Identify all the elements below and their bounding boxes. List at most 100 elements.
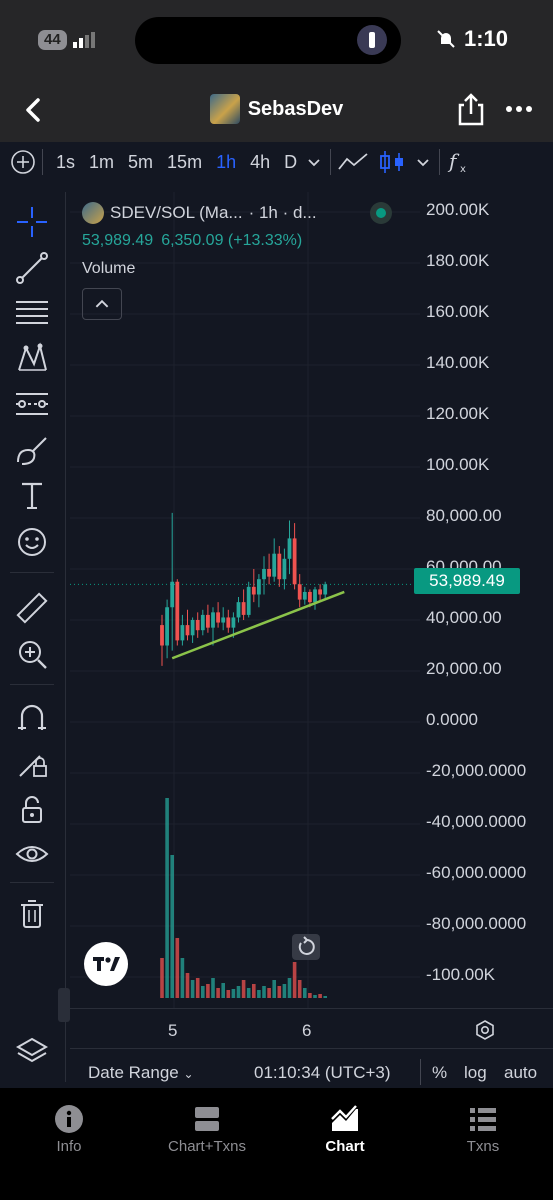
tradingview-logo-icon xyxy=(93,957,120,971)
timeframe-1m[interactable]: 1m xyxy=(82,152,121,173)
date-range-label: Date Range xyxy=(88,1063,179,1082)
tab-chart[interactable]: Chart xyxy=(276,1104,414,1155)
symbol-name[interactable]: SDEV/SOL (Ma... xyxy=(110,203,243,223)
status-time: 1:10 xyxy=(464,26,509,51)
toolbar-divider xyxy=(439,149,441,175)
tab-label: Txns xyxy=(466,1138,500,1155)
tool-divider xyxy=(10,882,54,883)
pattern-icon[interactable] xyxy=(14,340,50,376)
price-axis[interactable]: 200.00K 180.00K 160.00K 140.00K 120.00K … xyxy=(426,192,553,1008)
status-bar: 44 1:10 xyxy=(0,0,553,80)
time-axis[interactable]: 5 6 xyxy=(70,1008,553,1048)
candles-icon[interactable] xyxy=(377,149,407,175)
timeframe-1h[interactable]: 1h xyxy=(209,152,243,173)
info-icon xyxy=(55,1105,83,1133)
text-tool-icon[interactable] xyxy=(14,478,50,514)
crosshair-icon[interactable] xyxy=(14,204,50,240)
unlock-icon[interactable] xyxy=(14,792,50,828)
log-toggle[interactable]: log xyxy=(464,1063,487,1083)
volume-bar xyxy=(190,980,195,998)
price-change: 6,350.09 (+13.33%) xyxy=(161,232,303,249)
chart-icon xyxy=(331,1105,358,1131)
signal-icon xyxy=(72,32,95,48)
collapse-legend-button[interactable] xyxy=(82,288,122,320)
reset-chart-icon[interactable] xyxy=(292,934,320,960)
fib-lines-icon[interactable] xyxy=(14,294,50,330)
volume-bar xyxy=(323,996,327,998)
add-indicator-icon[interactable] xyxy=(10,149,36,175)
volume-bar xyxy=(257,990,261,998)
zoom-in-icon[interactable] xyxy=(14,636,50,672)
timeframe-D[interactable]: D xyxy=(277,152,304,173)
candle-body xyxy=(292,538,297,585)
symbol-avatar xyxy=(82,202,104,224)
volume-bar xyxy=(206,984,210,998)
volume-bar xyxy=(170,855,174,998)
candle-body xyxy=(211,612,215,628)
fx-indicators-icon[interactable]: fx xyxy=(446,149,472,175)
tool-divider xyxy=(10,572,54,573)
chevron-down-icon[interactable] xyxy=(304,152,324,172)
live-status-indicator xyxy=(370,202,392,224)
volume-bar xyxy=(226,990,231,998)
eye-icon[interactable] xyxy=(14,836,50,872)
dynamic-island xyxy=(135,17,401,64)
percent-toggle[interactable]: % xyxy=(432,1063,447,1083)
chevron-down-icon[interactable] xyxy=(413,152,433,172)
line-chart-icon[interactable] xyxy=(337,151,369,173)
volume-bar xyxy=(231,989,236,998)
chart-area: SDEV/SOL (Ma... · 1h · d... 53,989.49 6,… xyxy=(0,182,553,1088)
volume-bar xyxy=(175,938,180,998)
candle-body xyxy=(221,617,226,623)
brush-icon[interactable] xyxy=(14,432,50,468)
candle-body xyxy=(160,625,164,646)
candle-body xyxy=(251,586,256,595)
emoji-icon[interactable] xyxy=(14,524,50,560)
trash-icon[interactable] xyxy=(14,896,50,932)
candle-body xyxy=(302,591,307,600)
layers-icon[interactable] xyxy=(14,1034,50,1070)
volume-bar xyxy=(241,980,246,998)
lock-drawing-icon[interactable] xyxy=(14,746,50,782)
timeframe-15m[interactable]: 15m xyxy=(160,152,209,173)
tradingview-logo[interactable] xyxy=(84,942,128,986)
trendline-icon[interactable] xyxy=(14,250,50,286)
auto-toggle[interactable]: auto xyxy=(504,1063,537,1083)
tab-txns[interactable]: Txns xyxy=(414,1104,552,1155)
volume-bar xyxy=(165,798,169,998)
forecast-icon[interactable] xyxy=(14,386,50,422)
volume-bar xyxy=(211,978,215,998)
candle-body xyxy=(262,569,266,580)
volume-bar xyxy=(221,983,225,998)
clock-timezone[interactable]: 01:10:34 (UTC+3) xyxy=(254,1063,391,1083)
price-plot[interactable]: SDEV/SOL (Ma... · 1h · d... 53,989.49 6,… xyxy=(70,192,553,1088)
volume-bar xyxy=(160,958,164,998)
ruler-icon[interactable] xyxy=(14,590,50,626)
bottom-tab-bar: Info Chart+Txns Chart Txns xyxy=(0,1088,553,1200)
volume-bar xyxy=(287,978,292,998)
volume-bar xyxy=(282,984,287,998)
timeframe-4h[interactable]: 4h xyxy=(243,152,277,173)
candle-body xyxy=(236,602,241,618)
candle-body xyxy=(185,625,190,636)
toolbar-collapse-tab[interactable] xyxy=(58,988,70,1022)
tab-chart-txns[interactable]: Chart+Txns xyxy=(138,1104,276,1155)
svg-text:f: f xyxy=(447,149,460,173)
more-icon[interactable] xyxy=(506,96,532,122)
chevron-down-icon: ⌄ xyxy=(183,1067,194,1081)
settings-icon[interactable] xyxy=(474,1019,496,1041)
volume-bar xyxy=(292,962,297,998)
candle-body xyxy=(226,617,231,628)
magnet-icon[interactable] xyxy=(14,700,50,736)
tab-info[interactable]: Info xyxy=(0,1104,138,1155)
volume-bar xyxy=(267,988,271,998)
header: SebasDev xyxy=(0,80,553,140)
chart-toolbar: 1s 1m 5m 15m 1h 4h D fx xyxy=(0,142,553,182)
timeframe-1s[interactable]: 1s xyxy=(49,152,82,173)
timeframe-5m[interactable]: 5m xyxy=(121,152,160,173)
share-icon[interactable] xyxy=(458,92,484,126)
date-range-selector[interactable]: Date Range ⌄ xyxy=(88,1063,194,1083)
candle-body xyxy=(195,620,200,631)
bottom-divider xyxy=(420,1059,421,1085)
candle-body xyxy=(318,589,322,595)
